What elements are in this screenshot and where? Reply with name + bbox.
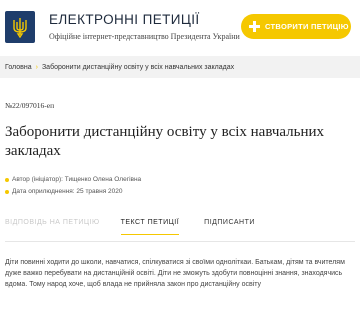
tab-signatories[interactable]: ПІДПИСАНТИ [204,219,255,235]
divider [5,241,355,242]
site-subtitle: Офіційне інтернет-представництво Президе… [49,32,240,41]
chevron-right-icon: › [35,63,38,71]
petition-number: №22/097016-еп [5,101,55,110]
breadcrumb-current: Заборонити дистанційну освіту у всіх нав… [41,63,235,71]
author-text: Автор (ініціатор): Тищенко Олена Олегівн… [12,176,142,183]
bullet-icon [5,189,9,194]
tab-response[interactable]: ВІДПОВІДЬ НА ПЕТИЦІЮ [5,219,100,235]
site-header: ЕЛЕКТРОННІ ПЕТИЦІЇ Офіційне інтернет-пре… [0,0,360,50]
breadcrumb-home[interactable]: Головна [5,64,32,71]
date-text: Дата оприлюднення: 25 травня 2020 [12,188,123,195]
trident-icon[interactable] [5,11,35,43]
create-petition-label: СТВОРИТИ ПЕТИЦІЮ [265,22,349,31]
petition-tabs: ВІДПОВІДЬ НА ПЕТИЦІЮ ТЕКСТ ПЕТИЦІЇ ПІДПИ… [5,219,355,235]
create-petition-button[interactable]: СТВОРИТИ ПЕТИЦІЮ [241,14,351,39]
breadcrumb: Головна › Заборонити дистанційну освіту … [0,56,360,78]
petition-body-text: Діти повинні ходити до школи, навчатися,… [5,259,345,288]
bullet-icon [5,177,9,182]
page-title: Заборонити дистанційну освіту у всіх нав… [5,124,325,159]
site-title[interactable]: ЕЛЕКТРОННІ ПЕТИЦІЇ [49,12,200,27]
plus-icon [249,21,260,32]
tab-petition-text[interactable]: ТЕКСТ ПЕТИЦІЇ [120,219,180,235]
author-line: Автор (ініціатор): Тищенко Олена Олегівн… [5,176,141,183]
date-line: Дата оприлюднення: 25 травня 2020 [5,188,122,195]
